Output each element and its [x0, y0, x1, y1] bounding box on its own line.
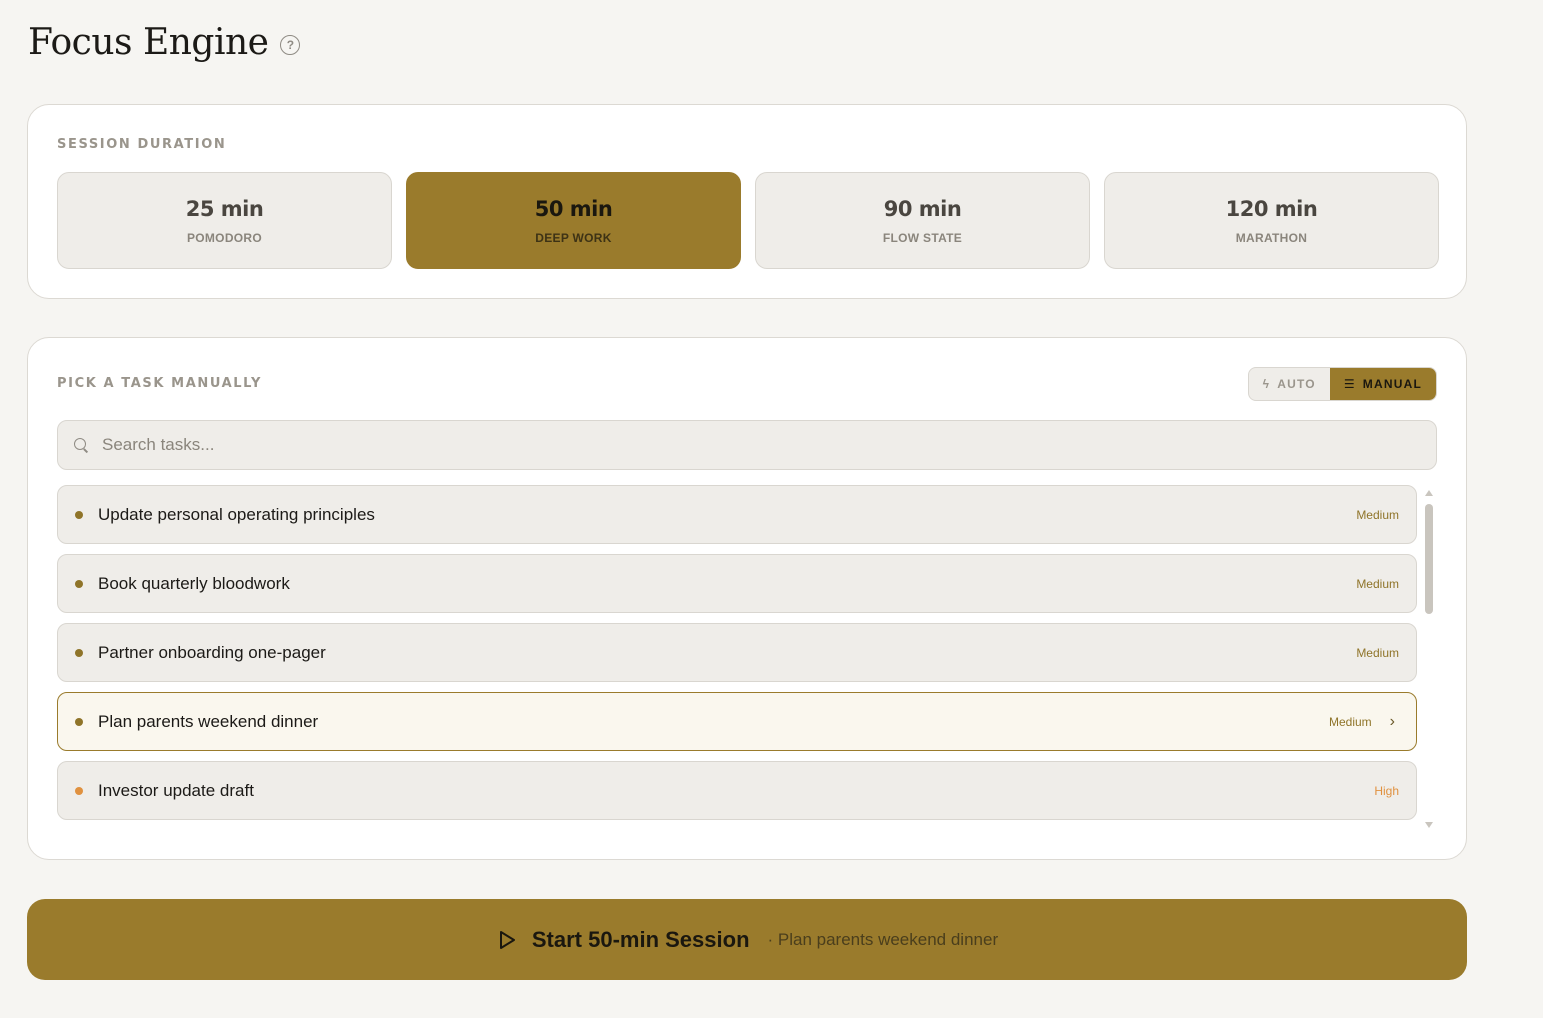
task-title: Book quarterly bloodwork — [98, 573, 290, 593]
start-session-button[interactable]: Start 50-min Session · Plan parents week… — [27, 899, 1467, 980]
scroll-up-arrow-icon[interactable] — [1425, 490, 1433, 496]
list-item[interactable]: Book quarterly bloodwork Medium — [57, 554, 1417, 613]
duration-value: 25 min — [185, 196, 264, 221]
play-icon — [499, 930, 515, 949]
duration-name: POMODORO — [186, 230, 263, 245]
session-duration-label: SESSION DURATION — [57, 137, 227, 152]
duration-option-25[interactable]: 25 min POMODORO — [57, 172, 392, 269]
start-session-label: Start 50-min Session — [531, 926, 750, 952]
priority-dot — [75, 717, 83, 726]
search-input[interactable] — [102, 435, 1402, 455]
list-item[interactable]: Investor update draft High — [57, 761, 1417, 820]
page-header: Focus Engine ? — [28, 22, 301, 63]
priority-badge: Medium — [1356, 507, 1399, 522]
lightning-icon: ϟ — [1262, 377, 1271, 391]
priority-badge: Medium — [1328, 714, 1372, 729]
list-item[interactable]: Update personal operating principles Med… — [57, 485, 1417, 544]
mode-manual-label: MANUAL — [1362, 377, 1422, 391]
duration-option-50[interactable]: 50 min DEEP WORK — [406, 172, 741, 269]
priority-dot — [75, 786, 83, 795]
task-picker-card: PICK A TASK MANUALLY ϟ AUTO ☰ MANUAL Upd… — [27, 337, 1467, 860]
duration-name: FLOW STATE — [882, 230, 963, 245]
task-picker-label: PICK A TASK MANUALLY — [57, 376, 263, 391]
duration-option-90[interactable]: 90 min FLOW STATE — [755, 172, 1090, 269]
task-title: Investor update draft — [98, 780, 254, 800]
duration-name: DEEP WORK — [535, 230, 612, 245]
task-title: Update personal operating principles — [98, 504, 375, 524]
mode-auto-label: AUTO — [1277, 377, 1316, 391]
task-title: Partner onboarding one-pager — [98, 642, 326, 662]
priority-badge: Medium — [1356, 576, 1399, 591]
duration-value: 50 min — [534, 196, 613, 221]
duration-value: 120 min — [1225, 196, 1318, 221]
mode-toggle: ϟ AUTO ☰ MANUAL — [1247, 367, 1437, 401]
session-duration-card: SESSION DURATION 25 min POMODORO 50 min … — [27, 104, 1467, 299]
list-item-selected[interactable]: Plan parents weekend dinner Medium › — [57, 692, 1417, 751]
priority-badge: High — [1374, 783, 1399, 798]
list-item[interactable]: Partner onboarding one-pager Medium — [57, 623, 1417, 682]
start-session-task: · Plan parents weekend dinner — [767, 929, 999, 949]
scroll-down-arrow-icon[interactable] — [1425, 822, 1433, 828]
task-search — [57, 420, 1437, 470]
duration-option-120[interactable]: 120 min MARATHON — [1104, 172, 1439, 269]
priority-badge: Medium — [1356, 645, 1399, 660]
task-list: Update personal operating principles Med… — [57, 485, 1417, 820]
duration-value: 90 min — [883, 196, 962, 221]
priority-dot — [75, 579, 83, 588]
page-title: Focus Engine — [28, 22, 269, 63]
help-icon[interactable]: ? — [280, 34, 301, 55]
mode-auto-button[interactable]: ϟ AUTO — [1249, 368, 1330, 400]
mode-manual-button[interactable]: ☰ MANUAL — [1329, 368, 1436, 400]
priority-dot — [75, 510, 83, 519]
chevron-right-icon: › — [1389, 712, 1395, 730]
task-list-scrollbar[interactable] — [1423, 488, 1435, 828]
sliders-icon: ☰ — [1343, 377, 1356, 391]
search-icon — [74, 438, 88, 452]
scroll-thumb[interactable] — [1425, 504, 1433, 614]
priority-dot — [75, 648, 83, 657]
duration-name: MARATHON — [1235, 230, 1308, 245]
duration-options: 25 min POMODORO 50 min DEEP WORK 90 min … — [57, 172, 1439, 269]
task-title: Plan parents weekend dinner — [98, 711, 319, 731]
